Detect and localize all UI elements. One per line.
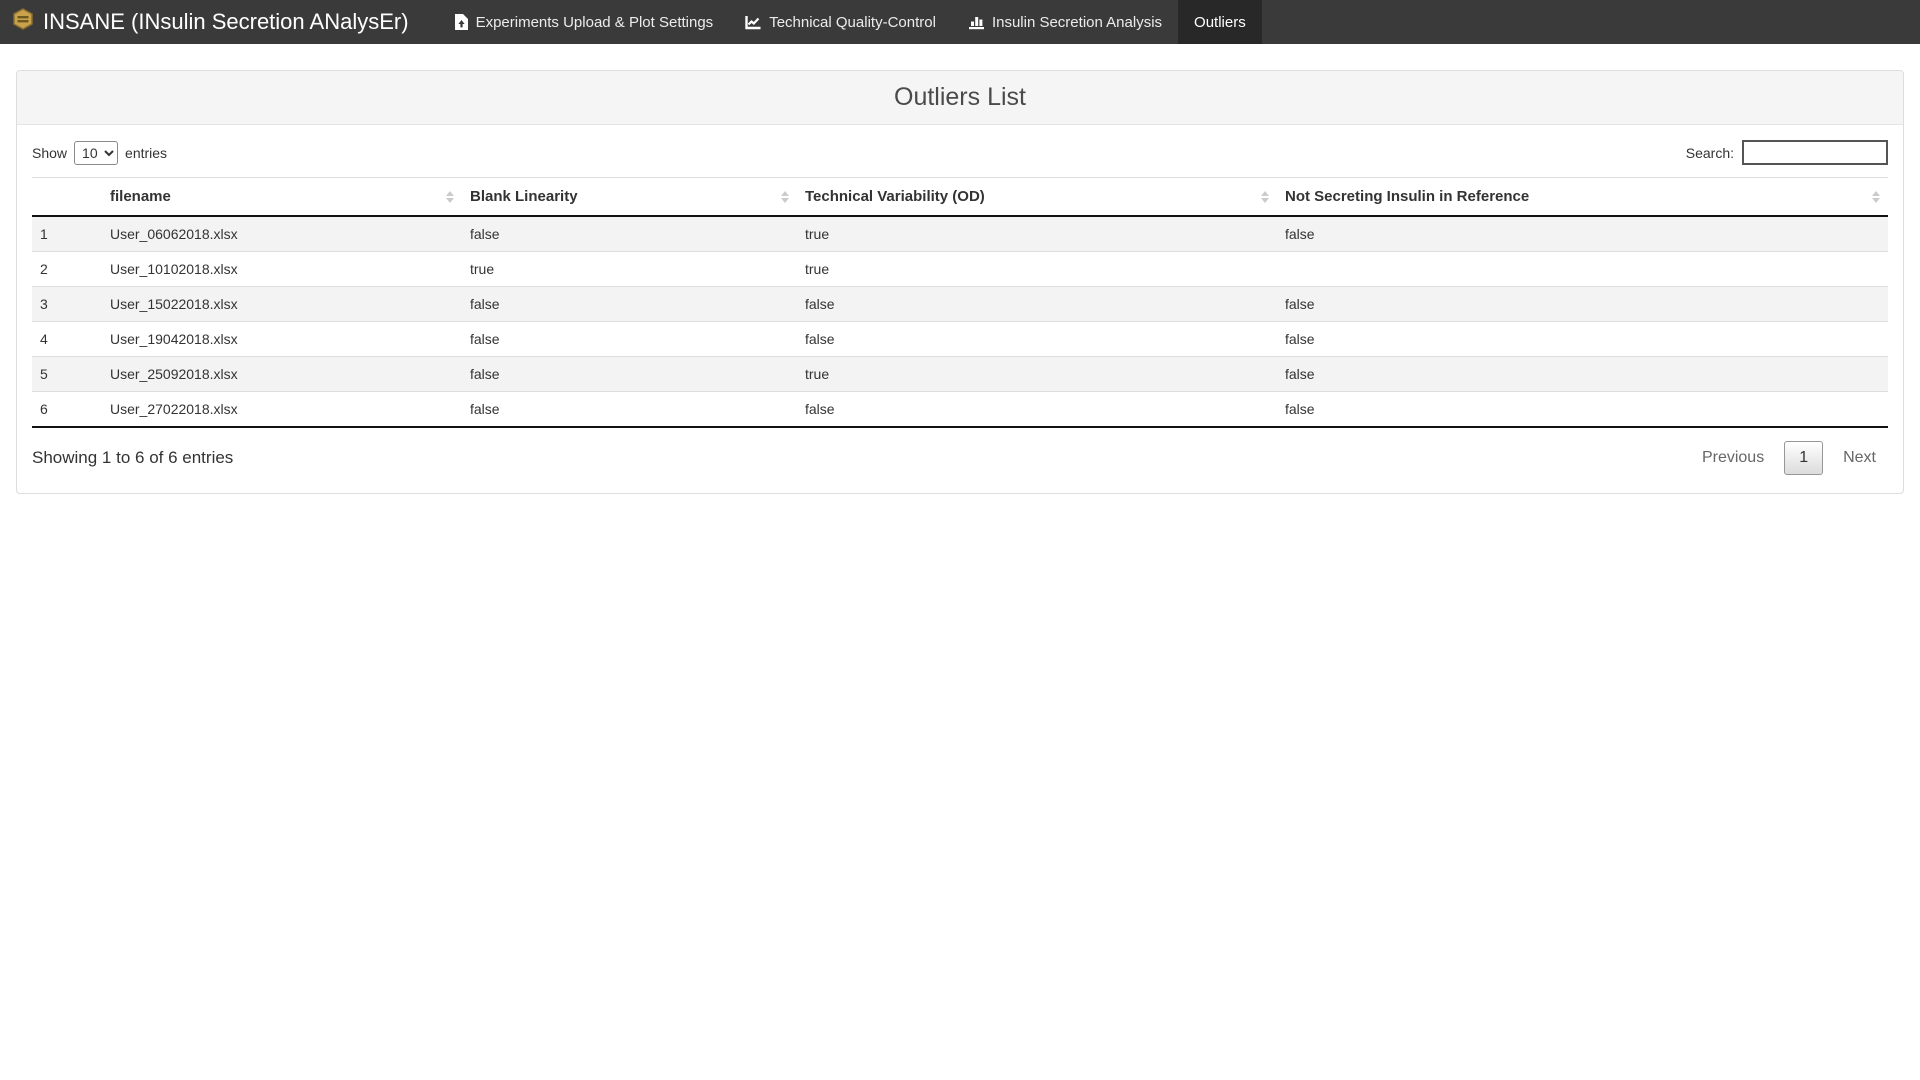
table-footer: Showing 1 to 6 of 6 entries Previous 1 N… <box>32 441 1888 475</box>
search-input[interactable] <box>1742 140 1888 165</box>
nav-item-technical-qc[interactable]: Technical Quality-Control <box>729 0 952 44</box>
technical-variability-cell: true <box>797 357 1277 392</box>
entries-length-control: Show 10 entries <box>32 141 167 165</box>
header-label: Blank Linearity <box>470 188 578 205</box>
show-label: Show <box>32 145 67 161</box>
line-chart-icon <box>745 15 761 30</box>
table-row: 5 User_25092018.xlsx false true false <box>32 357 1888 392</box>
technical-variability-cell: false <box>797 322 1277 357</box>
row-index-cell: 3 <box>32 287 102 322</box>
sort-icon <box>781 191 789 203</box>
header-blank-linearity[interactable]: Blank Linearity <box>462 178 797 217</box>
filename-cell: User_06062018.xlsx <box>102 216 462 252</box>
header-label: Technical Variability (OD) <box>805 188 985 205</box>
filename-cell: User_15022018.xlsx <box>102 287 462 322</box>
outliers-table: filename Blank Linearity <box>32 177 1888 428</box>
search-control: Search: <box>1686 140 1888 165</box>
not-secreting-cell: false <box>1277 392 1888 428</box>
blank-linearity-cell: false <box>462 357 797 392</box>
header-label: filename <box>110 188 171 205</box>
nav-item-label: Experiments Upload & Plot Settings <box>476 14 714 31</box>
filename-cell: User_10102018.xlsx <box>102 252 462 287</box>
nav-item-outliers[interactable]: Outliers <box>1178 0 1262 44</box>
table-row: 2 User_10102018.xlsx true true <box>32 252 1888 287</box>
table-row: 1 User_06062018.xlsx false true false <box>32 216 1888 252</box>
not-secreting-cell: false <box>1277 322 1888 357</box>
brand[interactable]: INSANE (INsulin Secretion ANalysEr) <box>0 0 421 44</box>
nav-item-label: Outliers <box>1194 14 1246 31</box>
technical-variability-cell: true <box>797 252 1277 287</box>
technical-variability-cell: true <box>797 216 1277 252</box>
row-index-cell: 5 <box>32 357 102 392</box>
header-not-secreting[interactable]: Not Secreting Insulin in Reference <box>1277 178 1888 217</box>
navbar: INSANE (INsulin Secretion ANalysEr) Expe… <box>0 0 1920 44</box>
blank-linearity-cell: false <box>462 287 797 322</box>
table-row: 6 User_27022018.xlsx false false false <box>32 392 1888 428</box>
not-secreting-cell: false <box>1277 216 1888 252</box>
nav-item-label: Technical Quality-Control <box>769 14 936 31</box>
next-page-button[interactable]: Next <box>1831 441 1888 475</box>
entries-label: entries <box>125 145 167 161</box>
blank-linearity-cell: false <box>462 322 797 357</box>
row-index-cell: 1 <box>32 216 102 252</box>
bar-chart-icon <box>968 15 984 30</box>
nav-item-insulin-secretion[interactable]: Insulin Secretion Analysis <box>952 0 1178 44</box>
filename-cell: User_27022018.xlsx <box>102 392 462 428</box>
nav-item-label: Insulin Secretion Analysis <box>992 14 1162 31</box>
entries-info: Showing 1 to 6 of 6 entries <box>32 448 233 468</box>
header-index <box>32 178 102 217</box>
technical-variability-cell: false <box>797 392 1277 428</box>
row-index-cell: 2 <box>32 252 102 287</box>
nav-items: Experiments Upload & Plot Settings Techn… <box>439 0 1262 44</box>
sort-icon <box>1872 191 1880 203</box>
row-index-cell: 4 <box>32 322 102 357</box>
panel-body: Show 10 entries Search: <box>17 125 1903 493</box>
not-secreting-cell: false <box>1277 287 1888 322</box>
filename-cell: User_25092018.xlsx <box>102 357 462 392</box>
nav-item-experiments-upload[interactable]: Experiments Upload & Plot Settings <box>439 0 730 44</box>
table-row: 3 User_15022018.xlsx false false false <box>32 287 1888 322</box>
table-header-row: filename Blank Linearity <box>32 178 1888 217</box>
page-length-select[interactable]: 10 <box>74 141 118 165</box>
filename-cell: User_19042018.xlsx <box>102 322 462 357</box>
main-content: Outliers List Show 10 entries Search: <box>16 70 1904 494</box>
file-upload-icon <box>455 14 468 30</box>
header-technical-variability[interactable]: Technical Variability (OD) <box>797 178 1277 217</box>
table-controls: Show 10 entries Search: <box>32 140 1888 165</box>
not-secreting-cell: false <box>1277 357 1888 392</box>
blank-linearity-cell: false <box>462 216 797 252</box>
page-title: Outliers List <box>32 83 1888 112</box>
sort-icon <box>1261 191 1269 203</box>
header-label: Not Secreting Insulin in Reference <box>1285 188 1529 205</box>
table-row: 4 User_19042018.xlsx false false false <box>32 322 1888 357</box>
pagination: Previous 1 Next <box>1690 441 1888 475</box>
not-secreting-cell <box>1277 252 1888 287</box>
search-label: Search: <box>1686 145 1734 161</box>
panel-heading: Outliers List <box>17 71 1903 125</box>
outliers-panel: Outliers List Show 10 entries Search: <box>16 70 1904 494</box>
header-filename[interactable]: filename <box>102 178 462 217</box>
blank-linearity-cell: false <box>462 392 797 428</box>
brand-label: INSANE (INsulin Secretion ANalysEr) <box>43 9 409 35</box>
sort-icon <box>446 191 454 203</box>
row-index-cell: 6 <box>32 392 102 428</box>
current-page-button[interactable]: 1 <box>1784 441 1823 475</box>
blank-linearity-cell: true <box>462 252 797 287</box>
brand-icon <box>12 8 34 36</box>
technical-variability-cell: false <box>797 287 1277 322</box>
previous-page-button[interactable]: Previous <box>1690 441 1776 475</box>
